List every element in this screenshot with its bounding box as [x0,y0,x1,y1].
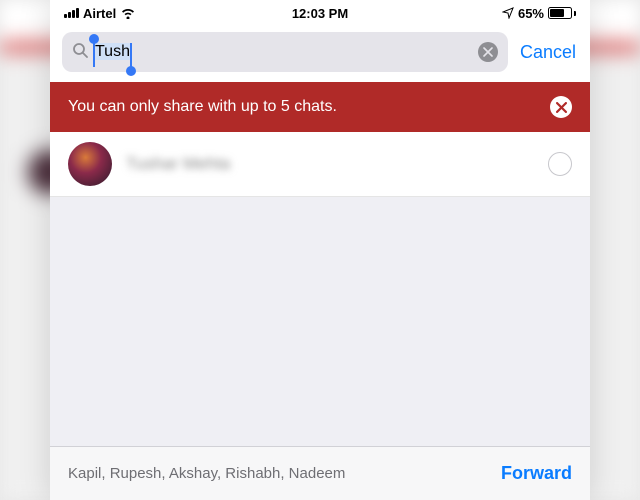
alert-banner: You can only share with up to 5 chats. [50,82,590,132]
selection-handle-start[interactable] [93,43,95,67]
share-sheet: Airtel 12:03 PM 65% Tush [50,0,590,500]
battery-icon [548,7,576,19]
search-input[interactable]: Tush [94,43,131,61]
alert-message: You can only share with up to 5 chats. [68,98,337,116]
clock: 12:03 PM [292,6,348,21]
status-bar: Airtel 12:03 PM 65% [50,0,590,26]
search-icon [72,42,88,63]
battery-percent: 65% [518,6,544,21]
empty-area [50,197,590,446]
cancel-button[interactable]: Cancel [518,38,578,67]
clear-icon[interactable] [478,42,498,62]
search-box[interactable]: Tush [62,32,508,72]
selection-handle-end[interactable] [130,43,132,67]
recipients-list: Kapil, Rupesh, Akshay, Rishabh, Nadeem [68,465,345,482]
select-radio[interactable] [548,152,572,176]
signal-icon [64,8,79,18]
alert-close-button[interactable] [550,96,572,118]
footer-bar: Kapil, Rupesh, Akshay, Rishabh, Nadeem F… [50,446,590,500]
avatar [68,142,112,186]
contact-row[interactable]: Tushar Mehta [50,132,590,197]
forward-button[interactable]: Forward [501,463,572,484]
search-row: Tush Cancel [50,26,590,82]
location-icon [502,7,514,19]
wifi-icon [120,7,136,19]
contact-name: Tushar Mehta [126,154,548,174]
carrier-label: Airtel [83,6,116,21]
